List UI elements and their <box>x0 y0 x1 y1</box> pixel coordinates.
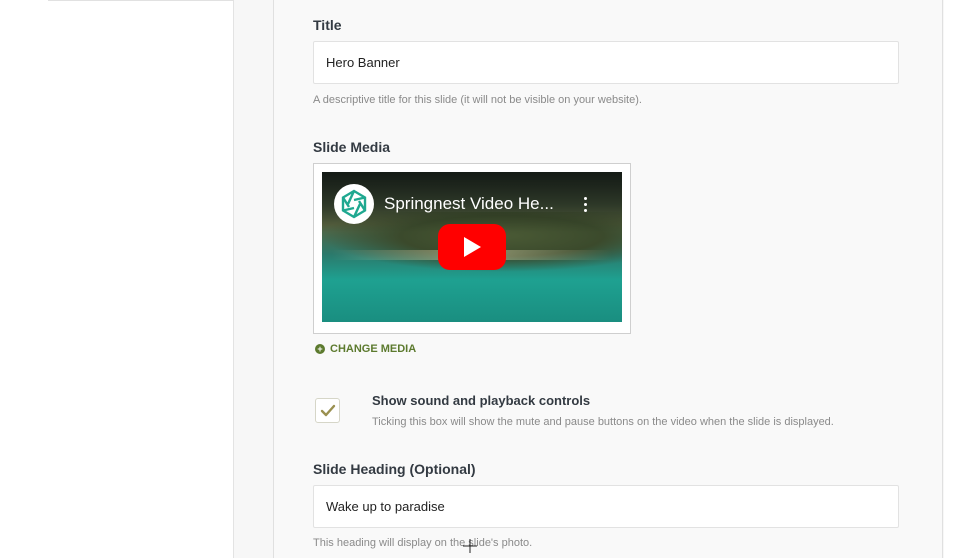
sidebar-divider <box>48 0 234 1</box>
change-media-label: CHANGE MEDIA <box>330 343 417 355</box>
plus-circle-icon: + <box>315 344 325 354</box>
checkmark-icon <box>320 404 335 416</box>
right-gutter <box>944 0 965 558</box>
slide-heading-label: Slide Heading (Optional) <box>313 461 476 477</box>
slide-heading-help-text: This heading will display on the slide's… <box>313 537 533 549</box>
title-label: Title <box>313 17 342 33</box>
change-media-button[interactable]: + CHANGE MEDIA <box>315 343 416 355</box>
springnest-logo-icon[interactable] <box>334 184 374 224</box>
slide-heading-input[interactable] <box>313 485 899 528</box>
title-help-text: A descriptive title for this slide (it w… <box>313 94 642 106</box>
crosshair-cursor-icon <box>463 539 477 553</box>
play-button[interactable] <box>438 224 506 270</box>
show-controls-help-text: Ticking this box will show the mute and … <box>372 416 834 428</box>
kebab-menu-icon[interactable] <box>578 192 592 216</box>
video-player[interactable]: Springnest Video He... <box>322 172 622 322</box>
slide-media-label: Slide Media <box>313 139 391 155</box>
show-controls-checkbox[interactable] <box>315 398 340 423</box>
play-icon <box>464 237 481 257</box>
show-controls-label: Show sound and playback controls <box>372 393 591 408</box>
video-title[interactable]: Springnest Video He... <box>384 194 554 214</box>
media-preview-frame: Springnest Video He... <box>313 163 631 334</box>
left-sidebar <box>0 0 234 558</box>
title-input[interactable] <box>313 41 899 84</box>
